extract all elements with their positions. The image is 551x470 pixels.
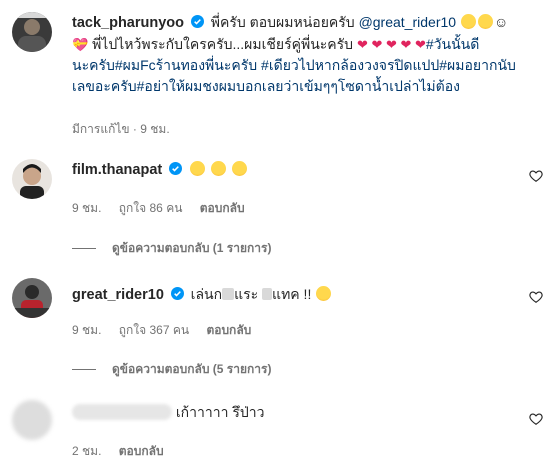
verified-badge-icon xyxy=(169,162,183,175)
comment-body: แระ xyxy=(234,286,259,302)
heart-emoji-icon: 💝 xyxy=(72,37,89,52)
username[interactable]: tack_pharunyoo xyxy=(72,15,184,31)
comment-time: 9 ชม. xyxy=(72,323,102,337)
laughing-emoji-icon xyxy=(316,286,332,301)
hashtag-link[interactable]: นะครับ#ผมFcร้านทองพี่นะครับ #เดียวไปหากล… xyxy=(72,55,517,76)
comment-time: 9 ชม. xyxy=(72,201,102,215)
smile-emoji-icon xyxy=(477,14,493,29)
verified-badge-icon xyxy=(170,287,184,300)
like-count[interactable]: ถูกใจ 86 คน xyxy=(119,201,183,215)
divider xyxy=(72,248,96,249)
avatar[interactable] xyxy=(12,159,52,199)
comment-body: เก้าาาาา รึป่าว xyxy=(175,404,265,420)
comment-text: 💝 พี่ไปไหว้พระกับใครครับ...ผมเชียร์คู่พี… xyxy=(72,34,517,55)
comment-body: เล่นก xyxy=(190,286,223,302)
heart-outline-icon xyxy=(529,413,543,425)
like-button[interactable] xyxy=(529,412,543,426)
like-button[interactable] xyxy=(529,169,543,183)
comment-body: พี่ครับ ตอบผมหน่อยครับ xyxy=(210,14,355,30)
comment-meta: มีการแก้ไข · 9 ชม. xyxy=(72,122,170,136)
hashtag-link[interactable]: เลขอะครับ#อย่าให้ผมชงผมบอกเลยว่าเข้มๆๆโซ… xyxy=(72,76,517,97)
blurred-username xyxy=(72,404,172,420)
censor-mark xyxy=(222,288,235,300)
view-replies-button[interactable]: ดูข้อความตอบกลับ (5 รายการ) xyxy=(72,360,271,379)
view-replies-label: ดูข้อความตอบกลับ (5 รายการ) xyxy=(112,362,272,376)
reply-button[interactable]: ตอบกลับ xyxy=(206,323,251,337)
reply-button[interactable]: ตอบกลับ xyxy=(200,201,245,215)
smile-outline-icon: ☺ xyxy=(493,14,509,30)
comment-body: พี่ไปไหว้พระกับใครครับ...ผมเชียร์คู่พี่น… xyxy=(92,36,354,52)
avatar[interactable] xyxy=(12,278,52,318)
avatar[interactable] xyxy=(12,12,52,52)
comment-text: tack_pharunyoo พี่ครับ ตอบผมหน่อยครับ @g… xyxy=(72,12,517,34)
comment-meta: 9 ชม. ถูกใจ 86 คน ตอบกลับ xyxy=(72,199,259,218)
laughing-emoji-icon xyxy=(210,161,226,176)
smile-emoji-icon xyxy=(460,14,476,29)
view-replies-button[interactable]: ดูข้อความตอบกลับ (1 รายการ) xyxy=(72,239,271,258)
avatar[interactable] xyxy=(12,400,52,440)
comment-time: 2 ชม. xyxy=(72,444,102,458)
heart-outline-icon xyxy=(529,170,543,182)
mention-link[interactable]: @great_rider10 xyxy=(359,14,457,30)
heart-outline-icon xyxy=(529,291,543,303)
censor-mark xyxy=(262,288,273,300)
comment-meta: 2 ชม. ตอบกลับ xyxy=(72,442,178,461)
laughing-emoji-icon xyxy=(231,161,247,176)
view-replies-label: ดูข้อความตอบกลับ (1 รายการ) xyxy=(112,241,272,255)
hashtag-link[interactable]: #วันนั้นดี xyxy=(426,36,479,52)
comment-meta: 9 ชม. ถูกใจ 367 คน ตอบกลับ xyxy=(72,321,265,340)
like-count[interactable]: ถูกใจ 367 คน xyxy=(119,323,189,337)
verified-badge-icon xyxy=(190,15,204,28)
heart-emoji-icon: ❤ ❤ ❤ ❤ ❤ xyxy=(356,37,426,52)
username[interactable]: great_rider10 xyxy=(72,287,164,303)
reply-button[interactable]: ตอบกลับ xyxy=(119,444,164,458)
laughing-emoji-icon xyxy=(190,161,206,176)
comment-body: แทค !! xyxy=(272,286,312,302)
username[interactable]: film.thanapat xyxy=(72,162,162,178)
divider xyxy=(72,369,96,370)
like-button[interactable] xyxy=(529,290,543,304)
